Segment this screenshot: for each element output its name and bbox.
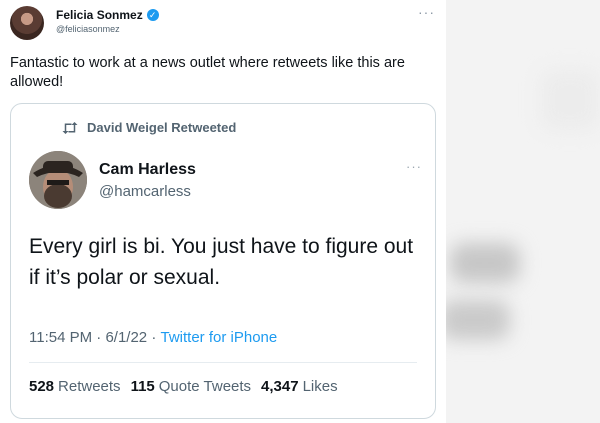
likes-count: 4,347 xyxy=(261,378,299,395)
quote-tweets-label: Quote Tweets xyxy=(158,378,252,395)
embedded-tweet[interactable]: David Weigel Retweeted Cam Harless @hamc… xyxy=(10,103,436,419)
tweet-metadata: 11:54 PM · 6/1/22 · Twitter for iPhone xyxy=(29,329,277,346)
retweet-icon xyxy=(62,121,78,134)
avatar[interactable] xyxy=(29,151,87,209)
tweet-source-link[interactable]: Twitter for iPhone xyxy=(161,329,278,346)
avatar-image xyxy=(29,151,87,209)
retweets-stat[interactable]: 528 Retweets xyxy=(29,378,121,395)
retweeted-by-label[interactable]: David Weigel Retweeted xyxy=(87,120,236,135)
blurred-background-shape xyxy=(450,243,520,283)
tweet-text: Fantastic to work at a news outlet where… xyxy=(10,55,405,90)
more-options-icon[interactable]: ··· xyxy=(406,159,422,174)
quote-tweets-stat[interactable]: 115 Quote Tweets xyxy=(131,378,251,395)
author-name[interactable]: Felicia Sonmez xyxy=(56,8,143,22)
blurred-background-shape xyxy=(540,70,600,130)
retweets-label: Retweets xyxy=(58,378,121,395)
retweet-context: David Weigel Retweeted xyxy=(61,120,236,135)
tweet-time[interactable]: 11:54 PM xyxy=(29,329,92,346)
verified-badge-icon: ✓ xyxy=(146,9,159,21)
more-options-icon[interactable]: ··· xyxy=(418,4,435,20)
separator: · xyxy=(147,329,161,346)
quoted-author-handle[interactable]: @hamcarless xyxy=(99,183,191,200)
likes-stat[interactable]: 4,347 Likes xyxy=(261,378,338,395)
tweet: Felicia Sonmez ✓ @feliciasonmez ··· Fant… xyxy=(0,0,446,423)
engagement-stats: 528 Retweets 115 Quote Tweets 4,347 Likes xyxy=(29,378,338,395)
avatar[interactable] xyxy=(10,6,44,40)
blurred-background-shape xyxy=(440,300,510,340)
quote-tweets-count: 115 xyxy=(130,378,155,395)
quoted-tweet-text: Every girl is bi. You just have to figur… xyxy=(29,235,414,289)
quoted-author-name[interactable]: Cam Harless xyxy=(99,161,196,179)
divider xyxy=(29,362,417,363)
tweet-date[interactable]: 6/1/22 xyxy=(105,329,147,346)
author-row: Felicia Sonmez ✓ xyxy=(56,8,159,22)
separator: · xyxy=(92,329,106,346)
retweets-count: 528 xyxy=(29,378,55,395)
author-handle[interactable]: @feliciasonmez xyxy=(56,24,120,34)
likes-label: Likes xyxy=(302,378,338,395)
